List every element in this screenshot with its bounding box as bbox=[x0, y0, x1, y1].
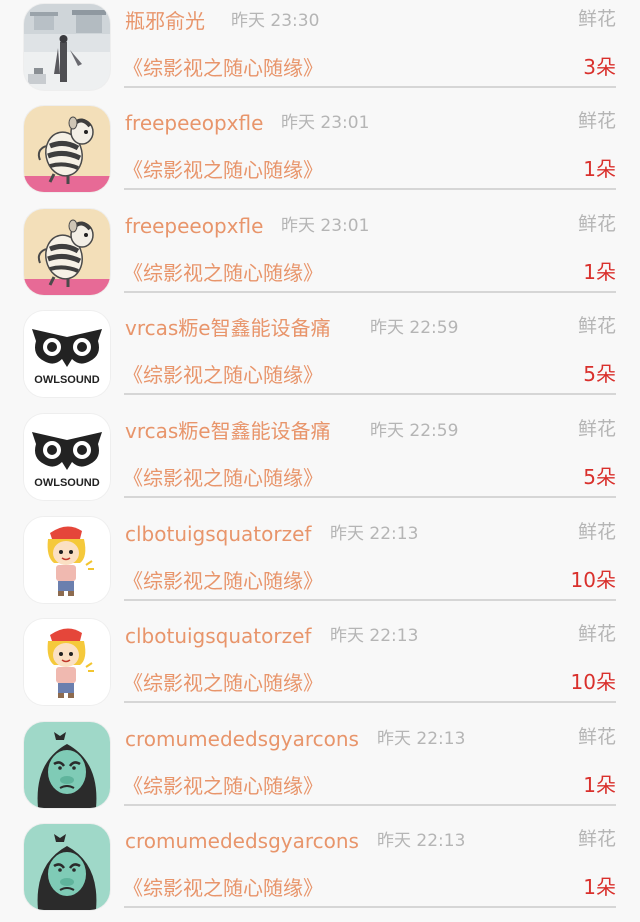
book-title-link[interactable]: 《综影视之随心随缘》 bbox=[123, 771, 323, 801]
user-name[interactable]: 瓶邪俞光 bbox=[125, 6, 205, 36]
gift-count: 10朵 bbox=[570, 568, 616, 592]
book-title-link[interactable]: 《综影视之随心随缘》 bbox=[123, 873, 323, 903]
gift-count: 5朵 bbox=[583, 362, 616, 386]
gift-record-row[interactable]: clbotuigsquatorzef 昨天 22:13 鲜花《综影视之随心随缘》 10… bbox=[0, 615, 640, 717]
gift-record-row[interactable]: freepeeopxfle 昨天 23:01 鲜花《综影视之随心随缘》 1朵 bbox=[0, 205, 640, 307]
gift-type-label: 鲜花 bbox=[577, 213, 616, 235]
cartoon-kid-avatar[interactable] bbox=[24, 517, 110, 603]
row-divider bbox=[124, 86, 616, 88]
gift-time: 昨天 22:59 bbox=[370, 421, 459, 441]
row-divider bbox=[124, 188, 616, 190]
owlsound-logo-avatar[interactable]: OWLSOUND bbox=[24, 311, 110, 397]
gift-time: 昨天 22:13 bbox=[330, 626, 419, 646]
gift-record-row[interactable]: cromumededsgyarcons 昨天 22:13 鲜花《综影视之随心随缘》 1… bbox=[0, 820, 640, 922]
book-title-link[interactable]: 《综影视之随心随缘》 bbox=[123, 53, 323, 83]
gift-time: 昨天 23:01 bbox=[281, 216, 370, 236]
gift-type-label: 鲜花 bbox=[577, 726, 616, 748]
snow-palace-figure-avatar[interactable] bbox=[24, 4, 110, 90]
gift-time: 昨天 22:13 bbox=[330, 524, 419, 544]
row-divider bbox=[124, 906, 616, 908]
user-name[interactable]: vrcas粝e智鑫能设备痛 bbox=[125, 416, 331, 446]
gift-time: 昨天 22:59 bbox=[370, 318, 459, 338]
owlsound-logo-text: OWLSOUND bbox=[34, 477, 99, 489]
gift-record-row[interactable]: cromumededsgyarcons 昨天 22:13 鲜花《综影视之随心随缘》 1… bbox=[0, 718, 640, 820]
book-title-link[interactable]: 《综影视之随心随缘》 bbox=[123, 258, 323, 288]
gift-type-label: 鲜花 bbox=[577, 418, 616, 440]
user-name[interactable]: clbotuigsquatorzef bbox=[125, 621, 311, 651]
row-divider bbox=[124, 599, 616, 601]
book-title-link[interactable]: 《综影视之随心随缘》 bbox=[123, 360, 323, 390]
gift-record-list: 瓶邪俞光 昨天 23:30 鲜花 《综影视之随心随缘》 3朵 freepeeopxfle… bbox=[0, 0, 640, 910]
gift-count: 3朵 bbox=[583, 55, 616, 79]
row-divider bbox=[124, 804, 616, 806]
gift-count: 10朵 bbox=[570, 670, 616, 694]
gift-record-row[interactable]: 瓶邪俞光 昨天 23:30 鲜花《综影视之随心随缘》 3朵 bbox=[0, 0, 640, 102]
user-name[interactable]: freepeeopxfle bbox=[125, 108, 263, 138]
gift-time: 昨天 23:30 bbox=[231, 11, 320, 31]
book-title-link[interactable]: 《综影视之随心随缘》 bbox=[123, 668, 323, 698]
gift-count: 1朵 bbox=[583, 157, 616, 181]
user-name[interactable]: freepeeopxfle bbox=[125, 211, 263, 241]
gift-time: 昨天 22:13 bbox=[377, 729, 466, 749]
gorilla-avatar[interactable] bbox=[24, 722, 110, 808]
user-name[interactable]: vrcas粝e智鑫能设备痛 bbox=[125, 313, 331, 343]
cartoon-kid-avatar[interactable] bbox=[24, 619, 110, 705]
book-title-link[interactable]: 《综影视之随心随缘》 bbox=[123, 463, 323, 493]
gift-count: 1朵 bbox=[583, 773, 616, 797]
hamster-avatar[interactable] bbox=[24, 209, 110, 295]
row-divider bbox=[124, 393, 616, 395]
user-name[interactable]: cromumededsgyarcons bbox=[125, 724, 359, 754]
gift-type-label: 鲜花 bbox=[577, 623, 616, 645]
gift-type-label: 鲜花 bbox=[577, 521, 616, 543]
gift-type-label: 鲜花 bbox=[577, 315, 616, 337]
gift-record-row[interactable]: OWLSOUND vrcas粝e智鑫能设备痛 昨天 22:59 鲜花《综影视之随心随… bbox=[0, 307, 640, 409]
book-title-link[interactable]: 《综影视之随心随缘》 bbox=[123, 155, 323, 185]
gift-type-label: 鲜花 bbox=[577, 8, 616, 30]
book-title-link[interactable]: 《综影视之随心随缘》 bbox=[123, 566, 323, 596]
gorilla-avatar[interactable] bbox=[24, 824, 110, 910]
gift-record-row[interactable]: freepeeopxfle 昨天 23:01 鲜花《综影视之随心随缘》 1朵 bbox=[0, 102, 640, 204]
gift-time: 昨天 22:13 bbox=[377, 831, 466, 851]
gift-count: 5朵 bbox=[583, 465, 616, 489]
gift-record-row[interactable]: OWLSOUND vrcas粝e智鑫能设备痛 昨天 22:59 鲜花《综影视之随心随… bbox=[0, 410, 640, 512]
gift-count: 1朵 bbox=[583, 260, 616, 284]
user-name[interactable]: cromumededsgyarcons bbox=[125, 826, 359, 856]
gift-time: 昨天 23:01 bbox=[281, 113, 370, 133]
row-divider bbox=[124, 496, 616, 498]
gift-count: 1朵 bbox=[583, 875, 616, 899]
user-name[interactable]: clbotuigsquatorzef bbox=[125, 519, 311, 549]
row-divider bbox=[124, 291, 616, 293]
row-divider bbox=[124, 701, 616, 703]
hamster-avatar[interactable] bbox=[24, 106, 110, 192]
owlsound-logo-avatar[interactable]: OWLSOUND bbox=[24, 414, 110, 500]
gift-type-label: 鲜花 bbox=[577, 110, 616, 132]
owlsound-logo-text: OWLSOUND bbox=[34, 374, 99, 386]
gift-record-row[interactable]: clbotuigsquatorzef 昨天 22:13 鲜花《综影视之随心随缘》 10… bbox=[0, 513, 640, 615]
gift-type-label: 鲜花 bbox=[577, 828, 616, 850]
